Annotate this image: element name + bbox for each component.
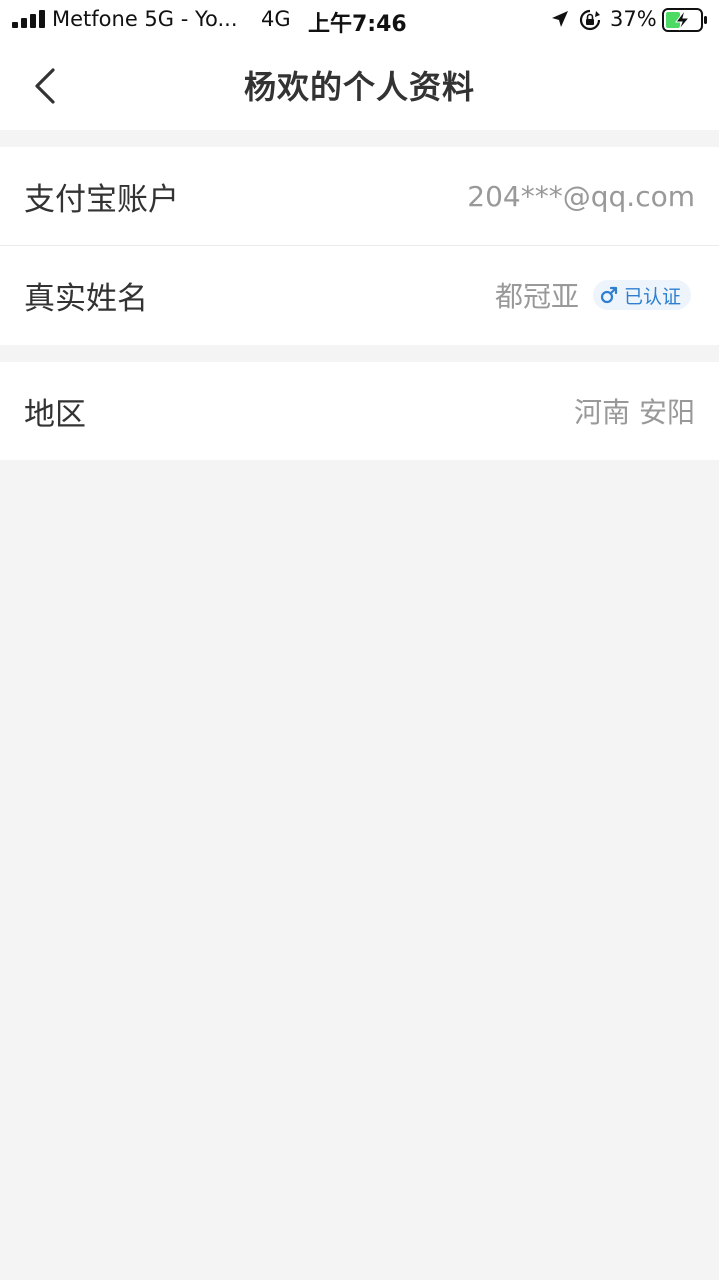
region-group: 地区 河南 安阳 bbox=[0, 362, 719, 460]
battery-percentage: 37% bbox=[610, 7, 657, 31]
alipay-account-value: 204***@qq.com bbox=[467, 179, 695, 213]
carrier-name: Metfone 5G - Yo... bbox=[52, 7, 238, 31]
verified-badge: 已认证 bbox=[592, 280, 691, 310]
account-info-group: 支付宝账户 204***@qq.com 真实姓名 都冠亚 已认证 bbox=[0, 147, 719, 345]
region-row[interactable]: 地区 河南 安阳 bbox=[0, 362, 719, 460]
alipay-account-row[interactable]: 支付宝账户 204***@qq.com bbox=[0, 147, 719, 245]
status-time: 上午7:46 bbox=[308, 12, 407, 37]
location-arrow-icon bbox=[552, 11, 568, 27]
real-name-row[interactable]: 真实姓名 都冠亚 已认证 bbox=[0, 245, 719, 344]
real-name-label: 真实姓名 bbox=[24, 280, 148, 317]
region-value: 河南 安阳 bbox=[574, 396, 695, 429]
real-name-value-group: 都冠亚 已认证 bbox=[495, 275, 691, 315]
verified-badge-text: 已认证 bbox=[623, 285, 681, 308]
navigation-bar: 杨欢的个人资料 bbox=[0, 40, 719, 130]
network-type: 4G bbox=[261, 7, 291, 31]
real-name-value: 都冠亚 bbox=[494, 280, 579, 313]
alipay-account-label: 支付宝账户 bbox=[24, 181, 179, 218]
battery-charging-icon bbox=[662, 8, 707, 32]
status-bar: Metfone 5G - Yo... 4G 上午7:46 37% bbox=[0, 0, 719, 40]
orientation-lock-icon bbox=[579, 9, 601, 31]
male-icon bbox=[600, 286, 618, 304]
page-title: 杨欢的个人资料 bbox=[243, 68, 475, 106]
region-label: 地区 bbox=[24, 396, 86, 433]
signal-bars-icon bbox=[12, 10, 45, 28]
